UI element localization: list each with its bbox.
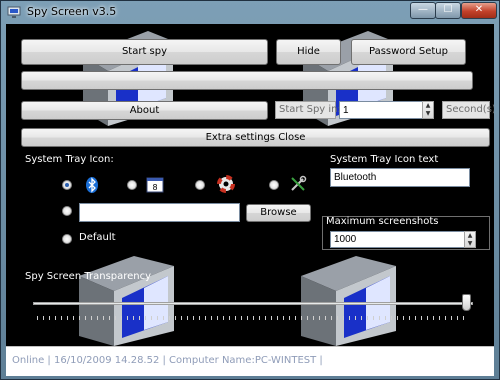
max-screenshots-spinner[interactable]: ▲ ▼ <box>464 231 476 248</box>
app-window: Spy Screen v3.5 — ☐ ✕ Start spy Hide Pas… <box>0 0 500 380</box>
tools-icon <box>291 175 307 191</box>
lifebuoy-icon <box>217 175 235 193</box>
tray-icon-text-input[interactable] <box>330 168 470 187</box>
transparency-label: Spy Screen Transparency <box>25 271 152 282</box>
monitor-graphic-bottom-right <box>301 256 396 346</box>
start-spy-button[interactable]: Start spy <box>21 39 268 65</box>
custom-icon-path-input[interactable] <box>79 203 240 222</box>
minimize-button[interactable]: — <box>410 2 436 19</box>
tray-icon-radio-default[interactable] <box>62 234 72 244</box>
start-delay-input[interactable] <box>339 101 423 119</box>
window-title: Spy Screen v3.5 <box>27 5 117 18</box>
tray-icon-text-label: System Tray Icon text <box>330 154 439 165</box>
monitor-graphic-bottom-left <box>79 256 174 346</box>
max-screenshots-input[interactable] <box>330 231 465 248</box>
spin-down-icon[interactable]: ▼ <box>465 240 475 248</box>
start-delay-spinner[interactable]: ▲ ▼ <box>422 101 434 119</box>
tray-icon-radio-custom[interactable] <box>62 206 72 216</box>
keyboard-icon: 8 <box>146 177 164 193</box>
status-text: Online | 16/10/2009 14.28.52 | Computer … <box>12 355 323 366</box>
svg-text:8: 8 <box>152 183 157 192</box>
extra-settings-button[interactable]: Extra settings Close <box>21 128 490 147</box>
spin-up-icon[interactable]: ▲ <box>423 102 433 110</box>
spin-up-icon[interactable]: ▲ <box>465 232 475 240</box>
tray-icon-section-label: System Tray Icon: <box>25 154 114 165</box>
maximize-button[interactable]: ☐ <box>435 2 461 19</box>
bluetooth-icon <box>86 177 98 193</box>
spin-down-icon[interactable]: ▼ <box>423 110 433 118</box>
status-bar: Online | 16/10/2009 14.28.52 | Computer … <box>6 346 494 376</box>
seconds-unit-label: Second(s) <box>442 101 494 119</box>
browse-button[interactable]: Browse <box>246 204 311 222</box>
transparency-slider-ticks <box>37 316 467 320</box>
tray-icon-radio-lifebuoy[interactable] <box>195 180 205 190</box>
tray-icon-radio-bluetooth[interactable] <box>62 180 72 190</box>
close-button[interactable]: ✕ <box>461 2 497 19</box>
hide-button[interactable]: Hide <box>276 39 341 65</box>
app-icon <box>7 6 21 18</box>
password-setup-button[interactable]: Password Setup <box>351 39 466 65</box>
tray-icon-radio-keyboard[interactable] <box>127 180 137 190</box>
transparency-slider-track[interactable] <box>33 302 473 305</box>
spy-progress-bar <box>21 71 473 90</box>
about-button[interactable]: About <box>21 101 268 120</box>
start-spy-in-label: Start Spy in: <box>275 101 341 119</box>
tray-icon-radio-tools[interactable] <box>269 180 279 190</box>
title-bar[interactable]: Spy Screen v3.5 — ☐ ✕ <box>1 1 499 23</box>
main-panel: Start spy Hide Password Setup About Star… <box>6 24 494 346</box>
default-icon-label: Default <box>79 232 116 243</box>
max-screenshots-label: Maximum screenshots <box>326 216 439 227</box>
transparency-slider-thumb[interactable] <box>462 294 471 311</box>
